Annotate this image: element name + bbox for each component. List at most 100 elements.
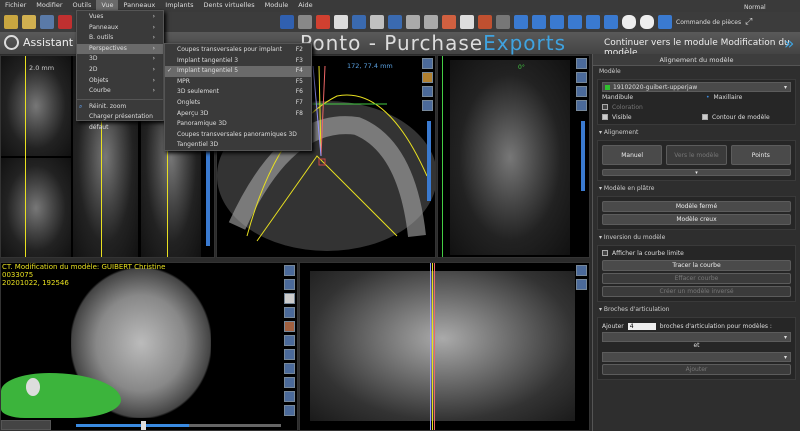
angle-readout: 0° [518,64,525,71]
to-model-button[interactable]: Vers le modèle [666,145,727,165]
pins-text: broches d'articulation pour modèles : [659,322,772,330]
tool-icon[interactable] [298,15,312,29]
implant-icon[interactable] [406,15,420,29]
model-label: Modèle [599,68,621,75]
import-icon[interactable] [4,15,18,29]
menu-item-3d[interactable]: 3D › [77,54,163,65]
3d-view[interactable]: CT. Modification du modèle: GUIBERT Chri… [0,262,298,431]
persp-item[interactable]: MPR F5 [165,77,311,88]
show-limit-curve-checkbox[interactable]: Afficher la courbe limite [612,250,684,257]
save-icon[interactable] [40,15,54,29]
coloration-checkbox[interactable]: Coloration [612,104,643,111]
next-chevron-icon[interactable]: » [784,34,794,54]
mandibule-radio[interactable]: Mandibule [602,94,702,101]
maxillaire-radio[interactable]: Maxillaire [714,94,743,101]
coronal-view[interactable]: 0° [437,55,590,258]
menu-aide[interactable]: Aide [293,0,317,12]
manual-button[interactable]: Manuel [602,145,663,165]
settings-icon[interactable] [604,15,618,29]
persp-item[interactable]: Tangentiel 3D [165,140,311,151]
menu-item-vues[interactable]: Vues › [77,12,163,23]
fullscreen-icon[interactable]: ⤢ [745,17,752,27]
menu-item-objets[interactable]: Objets › [77,76,163,87]
pen-icon[interactable] [370,15,384,29]
menu-item-perspectives[interactable]: Perspectives › [77,43,163,55]
tooth-add-icon[interactable] [316,15,330,29]
persp-item[interactable]: 3D seulement F6 [165,87,311,98]
erase-curve-button[interactable]: Effacer courbe [602,273,791,284]
closed-model-button[interactable]: Modèle fermé [602,201,791,212]
denture-icon[interactable] [442,15,456,29]
reset-icon[interactable] [586,15,600,29]
persp-item[interactable]: Aperçu 3D F8 [165,109,311,120]
vue-menu: Vues › Panneaux › B. outils › Perspectives ›… [76,10,164,131]
persp-item[interactable]: Panoramique 3D [165,119,311,130]
panoramic-view[interactable] [299,262,590,431]
add-pins-button[interactable]: Ajouter [602,364,791,375]
persp-item[interactable]: Coupes transversales panoramiques 3D [165,130,311,141]
model-select[interactable]: 19102020-guibert-upperjaw ▾ [602,82,791,92]
tooth-icon[interactable] [334,15,348,29]
broches-section[interactable]: Broches d'articulation [604,306,670,313]
power-icon[interactable] [4,35,19,50]
list-icon[interactable] [388,15,402,29]
model-a-select[interactable]: ▾ [602,332,791,342]
menu-item-2d[interactable]: 2D › [77,65,163,76]
cursor-coordinates: 172, 77.4 mm [347,62,393,70]
persp-item[interactable]: Onglets F7 [165,98,311,109]
brand-logo: Ponto - PurchaseExports [300,31,566,55]
persp-item[interactable]: Implant tangentiel 3 F3 [165,56,311,67]
points-button[interactable]: Points [730,145,791,165]
cart-icon[interactable] [658,15,672,29]
tooth2-icon[interactable] [460,15,474,29]
panel-title: Alignement du modèle [593,54,800,66]
slice-thickness: 2.0 mm [29,64,55,72]
open-folder-icon[interactable] [22,15,36,29]
patient-info: CT. Modification du modèle: GUIBERT Chri… [2,263,166,287]
close-icon[interactable] [58,15,72,29]
order-parts-button[interactable]: Commande de pièces [676,19,741,26]
pin-count-input[interactable]: 4 [627,322,656,330]
slider-handle[interactable] [141,421,146,430]
angle-icon[interactable] [568,15,582,29]
alignement-section[interactable]: Alignement [604,129,638,136]
menu-implants[interactable]: Implants [160,0,198,12]
view-select[interactable] [1,420,51,430]
create-inverted-model-button[interactable]: Créer un modèle inversé [602,286,791,297]
view-mode[interactable]: Normal [744,4,766,11]
menu-item-b-outils[interactable]: B. outils › [77,33,163,44]
model-b-select[interactable]: ▾ [602,352,791,362]
cloud-icon[interactable] [640,15,654,29]
zoom-icon[interactable] [514,15,528,29]
draw-curve-button[interactable]: Tracer la courbe [602,260,791,271]
inversion-section[interactable]: Inversion du modèle [604,234,665,241]
persp-item-selected[interactable]: ✓ Implant tangentiel 5 F4 [165,66,311,77]
model-alignment-panel: Alignement du modèle Modèle 19102020-gui… [592,54,800,431]
hollow-model-button[interactable]: Modèle creux [602,214,791,225]
curve-icon[interactable] [280,15,294,29]
perspectives-submenu: Coupes transversales pour implant F2 Impl… [164,43,312,151]
platre-section[interactable]: Modèle en plâtre [604,185,655,192]
menu-item-load-default[interactable]: Charger présentation défaut [77,112,163,131]
menu-dents-virtuelles[interactable]: Dents virtuelles [199,0,260,12]
cloud-upload-icon[interactable] [622,15,636,29]
visible-checkbox[interactable]: Visible [612,114,698,121]
points-icon[interactable] [352,15,366,29]
persp-item[interactable]: Coupes transversales pour implant F2 [165,45,311,56]
menu-module[interactable]: Module [260,0,294,12]
opacity-slider[interactable] [76,424,281,427]
menu-item-panneaux[interactable]: Panneaux › [77,23,163,34]
head-orientation-icon[interactable] [26,378,40,396]
expand-button[interactable]: ▾ [602,169,791,176]
contrast-icon[interactable] [496,15,510,29]
rotate-icon[interactable] [532,15,546,29]
menu-item-courbe[interactable]: Courbe › [77,86,163,97]
menu-fichier[interactable]: Fichier [0,0,31,12]
contour-checkbox[interactable]: Contour de modèle [712,114,770,121]
menu-modifier[interactable]: Modifier [31,0,67,12]
checkmark-icon: ✓ [167,67,173,75]
crown-icon[interactable] [478,15,492,29]
measure-icon[interactable] [550,15,564,29]
menu-item-reset-zoom[interactable]: ⌕ Réinit. zoom [77,102,163,113]
abutment-icon[interactable] [424,15,438,29]
